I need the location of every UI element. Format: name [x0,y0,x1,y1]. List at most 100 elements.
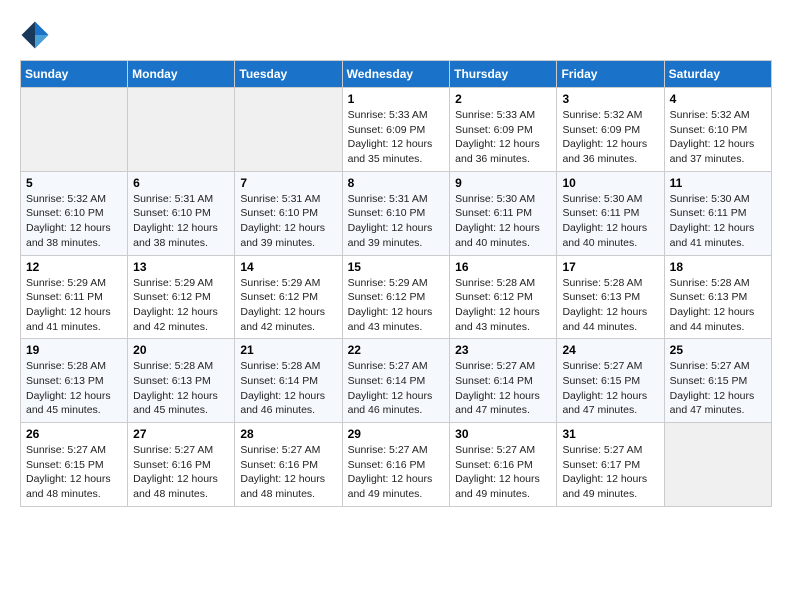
calendar-cell [235,88,342,172]
day-info: Sunrise: 5:27 AM Sunset: 6:16 PM Dayligh… [348,443,445,502]
calendar-cell [128,88,235,172]
day-number: 31 [562,427,658,441]
day-number: 17 [562,260,658,274]
calendar-cell: 12 Sunrise: 5:29 AM Sunset: 6:11 PM Dayli… [21,255,128,339]
calendar-cell: 30Sunrise: 5:27 AM Sunset: 6:16 PM Dayli… [450,423,557,507]
calendar-week-row: 12 Sunrise: 5:29 AM Sunset: 6:11 PM Dayli… [21,255,772,339]
day-info: Sunrise: 5:30 AM Sunset: 6:11 PM Dayligh… [562,192,658,251]
day-info: Sunrise: 5:32 AM Sunset: 6:09 PM Dayligh… [562,108,658,167]
day-info: Sunrise: 5:30 AM Sunset: 6:11 PM Dayligh… [670,192,766,251]
calendar-cell: 27 Sunrise: 5:27 AM Sunset: 6:16 PM Dayli… [128,423,235,507]
day-info: Sunrise: 5:28 AM Sunset: 6:12 PM Dayligh… [455,276,551,335]
day-number: 28 [240,427,336,441]
day-number: 22 [348,343,445,357]
calendar-cell: 6Sunrise: 5:31 AM Sunset: 6:10 PM Daylig… [128,171,235,255]
day-number: 15 [348,260,445,274]
calendar-cell: 7Sunrise: 5:31 AM Sunset: 6:10 PM Daylig… [235,171,342,255]
calendar-cell: 18 Sunrise: 5:28 AM Sunset: 6:13 PM Dayli… [664,255,771,339]
day-number: 23 [455,343,551,357]
day-number: 18 [670,260,766,274]
day-number: 10 [562,176,658,190]
weekday-header: Wednesday [342,61,450,88]
day-info: Sunrise: 5:29 AM Sunset: 6:12 PM Dayligh… [133,276,229,335]
day-number: 13 [133,260,229,274]
calendar-cell: 4 Sunrise: 5:32 AM Sunset: 6:10 PM Daylig… [664,88,771,172]
calendar-cell: 14 Sunrise: 5:29 AM Sunset: 6:12 PM Dayli… [235,255,342,339]
day-info: Sunrise: 5:29 AM Sunset: 6:12 PM Dayligh… [240,276,336,335]
calendar-cell: 10 Sunrise: 5:30 AM Sunset: 6:11 PM Dayli… [557,171,664,255]
day-info: Sunrise: 5:28 AM Sunset: 6:13 PM Dayligh… [133,359,229,418]
logo-icon [20,20,50,50]
day-number: 8 [348,176,445,190]
day-info: Sunrise: 5:27 AM Sunset: 6:15 PM Dayligh… [562,359,658,418]
day-number: 3 [562,92,658,106]
day-info: Sunrise: 5:28 AM Sunset: 6:14 PM Dayligh… [240,359,336,418]
weekday-header: Friday [557,61,664,88]
day-info: Sunrise: 5:33 AM Sunset: 6:09 PM Dayligh… [455,108,551,167]
calendar-cell: 24 Sunrise: 5:27 AM Sunset: 6:15 PM Dayli… [557,339,664,423]
day-number: 26 [26,427,122,441]
day-number: 2 [455,92,551,106]
day-info: Sunrise: 5:32 AM Sunset: 6:10 PM Dayligh… [26,192,122,251]
day-number: 4 [670,92,766,106]
calendar-cell: 2 Sunrise: 5:33 AM Sunset: 6:09 PM Daylig… [450,88,557,172]
day-info: Sunrise: 5:30 AM Sunset: 6:11 PM Dayligh… [455,192,551,251]
day-number: 27 [133,427,229,441]
day-number: 24 [562,343,658,357]
day-number: 25 [670,343,766,357]
calendar-cell: 31 Sunrise: 5:27 AM Sunset: 6:17 PM Dayli… [557,423,664,507]
day-number: 9 [455,176,551,190]
day-info: Sunrise: 5:31 AM Sunset: 6:10 PM Dayligh… [240,192,336,251]
day-info: Sunrise: 5:27 AM Sunset: 6:17 PM Dayligh… [562,443,658,502]
day-number: 20 [133,343,229,357]
weekday-header: Tuesday [235,61,342,88]
calendar-cell: 8 Sunrise: 5:31 AM Sunset: 6:10 PM Daylig… [342,171,450,255]
day-number: 5 [26,176,122,190]
day-number: 11 [670,176,766,190]
calendar-cell [664,423,771,507]
header-row: SundayMondayTuesdayWednesdayThursdayFrid… [21,61,772,88]
day-info: Sunrise: 5:29 AM Sunset: 6:11 PM Dayligh… [26,276,122,335]
weekday-header: Thursday [450,61,557,88]
calendar-cell: 20 Sunrise: 5:28 AM Sunset: 6:13 PM Dayli… [128,339,235,423]
day-info: Sunrise: 5:27 AM Sunset: 6:16 PM Dayligh… [133,443,229,502]
day-info: Sunrise: 5:27 AM Sunset: 6:16 PM Dayligh… [455,443,551,502]
day-info: Sunrise: 5:27 AM Sunset: 6:14 PM Dayligh… [348,359,445,418]
calendar-cell: 13 Sunrise: 5:29 AM Sunset: 6:12 PM Dayli… [128,255,235,339]
day-number: 12 [26,260,122,274]
calendar-week-row: 1Sunrise: 5:33 AM Sunset: 6:09 PM Daylig… [21,88,772,172]
day-info: Sunrise: 5:33 AM Sunset: 6:09 PM Dayligh… [348,108,445,167]
day-number: 21 [240,343,336,357]
day-number: 29 [348,427,445,441]
day-info: Sunrise: 5:28 AM Sunset: 6:13 PM Dayligh… [562,276,658,335]
calendar-week-row: 19 Sunrise: 5:28 AM Sunset: 6:13 PM Dayli… [21,339,772,423]
day-info: Sunrise: 5:31 AM Sunset: 6:10 PM Dayligh… [348,192,445,251]
day-info: Sunrise: 5:28 AM Sunset: 6:13 PM Dayligh… [670,276,766,335]
calendar-cell: 22 Sunrise: 5:27 AM Sunset: 6:14 PM Dayli… [342,339,450,423]
day-number: 19 [26,343,122,357]
page-header [20,20,772,50]
calendar-cell: 16 Sunrise: 5:28 AM Sunset: 6:12 PM Dayli… [450,255,557,339]
logo [20,20,54,50]
calendar-cell: 26Sunrise: 5:27 AM Sunset: 6:15 PM Dayli… [21,423,128,507]
calendar-cell: 29 Sunrise: 5:27 AM Sunset: 6:16 PM Dayli… [342,423,450,507]
calendar-cell: 23 Sunrise: 5:27 AM Sunset: 6:14 PM Dayli… [450,339,557,423]
calendar-cell: 5 Sunrise: 5:32 AM Sunset: 6:10 PM Daylig… [21,171,128,255]
calendar-week-row: 26Sunrise: 5:27 AM Sunset: 6:15 PM Dayli… [21,423,772,507]
day-info: Sunrise: 5:29 AM Sunset: 6:12 PM Dayligh… [348,276,445,335]
day-number: 14 [240,260,336,274]
calendar-cell: 17 Sunrise: 5:28 AM Sunset: 6:13 PM Dayli… [557,255,664,339]
calendar-table: SundayMondayTuesdayWednesdayThursdayFrid… [20,60,772,507]
calendar-cell: 19 Sunrise: 5:28 AM Sunset: 6:13 PM Dayli… [21,339,128,423]
day-info: Sunrise: 5:27 AM Sunset: 6:14 PM Dayligh… [455,359,551,418]
calendar-cell: 9 Sunrise: 5:30 AM Sunset: 6:11 PM Daylig… [450,171,557,255]
day-info: Sunrise: 5:28 AM Sunset: 6:13 PM Dayligh… [26,359,122,418]
day-info: Sunrise: 5:32 AM Sunset: 6:10 PM Dayligh… [670,108,766,167]
day-number: 16 [455,260,551,274]
weekday-header: Monday [128,61,235,88]
day-info: Sunrise: 5:27 AM Sunset: 6:16 PM Dayligh… [240,443,336,502]
calendar-cell: 28 Sunrise: 5:27 AM Sunset: 6:16 PM Dayli… [235,423,342,507]
calendar-cell: 15 Sunrise: 5:29 AM Sunset: 6:12 PM Dayli… [342,255,450,339]
calendar-week-row: 5 Sunrise: 5:32 AM Sunset: 6:10 PM Daylig… [21,171,772,255]
day-info: Sunrise: 5:31 AM Sunset: 6:10 PM Dayligh… [133,192,229,251]
